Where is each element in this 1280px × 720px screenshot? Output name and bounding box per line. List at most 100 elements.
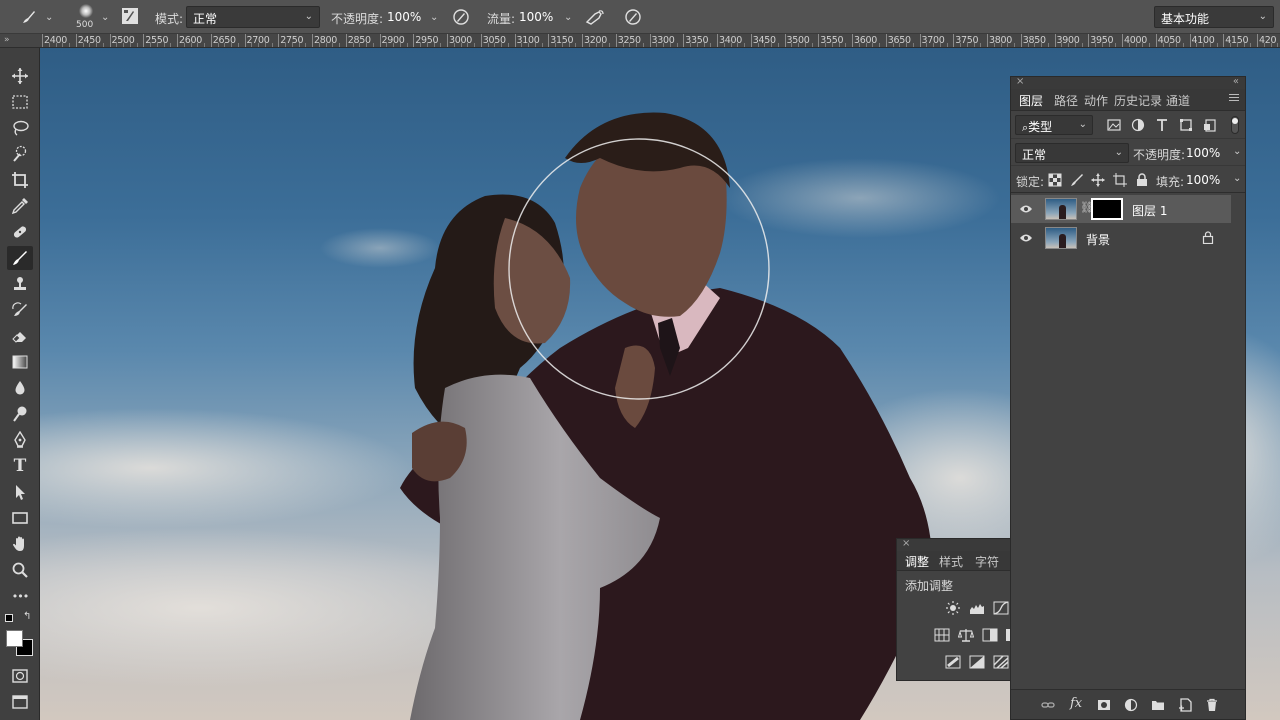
layer-style-fx-icon[interactable]: fx: [1070, 696, 1082, 711]
quick-mask-icon[interactable]: [7, 664, 33, 688]
adjustments-close-icon[interactable]: ×: [902, 539, 910, 549]
move-tool-icon[interactable]: [7, 64, 33, 88]
black-white-icon[interactable]: [982, 628, 998, 642]
invert-icon[interactable]: [945, 655, 961, 669]
opacity-value[interactable]: 100%: [387, 10, 421, 24]
dodge-tool-icon[interactable]: [7, 402, 33, 426]
brush-size-picker[interactable]: 500: [74, 2, 98, 32]
tab-character[interactable]: 字符: [975, 553, 999, 570]
blend-mode-select[interactable]: 正常 ⌄: [1015, 143, 1129, 163]
visibility-eye-icon[interactable]: [1019, 232, 1033, 244]
quick-select-tool-icon[interactable]: [7, 142, 33, 166]
tool-preset-chevron-icon[interactable]: ⌄: [45, 12, 53, 23]
lasso-tool-icon[interactable]: [7, 116, 33, 140]
layers-panel-header: × «: [1011, 76, 1245, 89]
new-group-icon[interactable]: [1151, 698, 1165, 712]
pen-tool-icon[interactable]: [7, 428, 33, 452]
tab-paths[interactable]: 路径: [1054, 92, 1078, 109]
eyedropper-tool-icon[interactable]: [7, 194, 33, 218]
tab-layers[interactable]: 图层: [1019, 92, 1043, 109]
new-layer-icon[interactable]: [1178, 698, 1192, 712]
swap-colors-icon[interactable]: ↰: [23, 612, 33, 622]
ruler-minor-tick: [892, 43, 894, 47]
flow-chevron-icon[interactable]: ⌄: [564, 12, 572, 23]
brush-tool-preset-icon[interactable]: [20, 8, 38, 26]
tab-channels[interactable]: 通道: [1166, 92, 1190, 109]
add-mask-icon[interactable]: [1097, 698, 1111, 712]
marquee-tool-icon[interactable]: [7, 90, 33, 114]
filter-shape-icon[interactable]: [1179, 118, 1193, 132]
opacity-chevron-icon[interactable]: ⌄: [430, 12, 438, 23]
ruler-major-tick: [1122, 34, 1123, 47]
tab-actions[interactable]: 动作: [1084, 92, 1108, 109]
thumbnail-figure: [1059, 205, 1066, 219]
panel-collapse-toggle[interactable]: »: [0, 34, 40, 48]
panel-menu-icon[interactable]: [1229, 94, 1239, 104]
hand-tool-icon[interactable]: [7, 532, 33, 556]
lock-transparency-icon[interactable]: [1048, 173, 1062, 187]
brightness-icon[interactable]: [945, 601, 961, 615]
lock-pixels-icon[interactable]: [1070, 173, 1084, 187]
ruler-minor-tick: [1047, 43, 1049, 47]
mode-select[interactable]: 正常 ⌄: [186, 6, 320, 28]
flow-value[interactable]: 100%: [519, 10, 553, 24]
stamp-tool-icon[interactable]: [7, 272, 33, 296]
visibility-eye-icon[interactable]: [1019, 203, 1033, 215]
new-adjustment-layer-icon[interactable]: [1124, 698, 1138, 712]
curves-icon[interactable]: [993, 601, 1009, 615]
filter-smart-object-icon[interactable]: [1203, 118, 1217, 132]
hue-saturation-icon[interactable]: [934, 628, 950, 642]
filter-pixel-icon[interactable]: [1107, 118, 1121, 132]
delete-layer-icon[interactable]: [1205, 698, 1219, 712]
eraser-tool-icon[interactable]: [7, 324, 33, 348]
layer-filter-select[interactable]: ⌕类型 ⌄: [1015, 115, 1093, 135]
type-tool-icon[interactable]: T: [7, 454, 33, 478]
brush-panel-toggle-icon[interactable]: [121, 7, 139, 25]
layers-panel-close-icon[interactable]: ×: [1016, 76, 1024, 87]
ruler-minor-tick: [372, 43, 374, 47]
rectangle-tool-icon[interactable]: [7, 506, 33, 530]
levels-icon[interactable]: [969, 601, 985, 615]
layer-opacity-chevron-icon[interactable]: ⌄: [1233, 146, 1241, 157]
more-tools-icon[interactable]: •••: [7, 584, 33, 608]
tab-history[interactable]: 历史记录: [1114, 92, 1162, 109]
gradient-tool-icon[interactable]: [7, 350, 33, 374]
workspace-select[interactable]: 基本功能 ⌄: [1154, 6, 1274, 28]
fill-chevron-icon[interactable]: ⌄: [1233, 173, 1241, 184]
layers-panel-collapse-icon[interactable]: «: [1233, 76, 1239, 87]
blur-tool-icon[interactable]: [7, 376, 33, 400]
photo-filter-icon[interactable]: [1006, 628, 1010, 642]
layer-mask-thumbnail[interactable]: [1091, 198, 1123, 220]
layer-opacity-value[interactable]: 100%: [1186, 146, 1220, 160]
filter-toggle-switch[interactable]: [1231, 116, 1239, 134]
default-colors-icon[interactable]: [5, 614, 13, 622]
healing-tool-icon[interactable]: [7, 220, 33, 244]
posterize-icon[interactable]: [969, 655, 985, 669]
filter-adjustment-icon[interactable]: [1131, 118, 1145, 132]
layer-row-layer1[interactable]: ⛓ 图层 1: [1011, 195, 1231, 223]
tab-adjustments[interactable]: 调整: [905, 553, 929, 570]
tab-styles[interactable]: 样式: [939, 553, 963, 570]
pressure-size-icon[interactable]: [624, 8, 642, 26]
zoom-tool-icon[interactable]: [7, 558, 33, 582]
layer-lock-icon[interactable]: [1202, 231, 1214, 244]
fill-value[interactable]: 100%: [1186, 173, 1220, 187]
screen-mode-icon[interactable]: [7, 690, 33, 714]
foreground-color-swatch[interactable]: [6, 630, 23, 647]
lock-all-icon[interactable]: [1135, 173, 1149, 187]
lock-position-icon[interactable]: [1091, 173, 1105, 187]
crop-tool-icon[interactable]: [7, 168, 33, 192]
ruler-minor-tick: [1277, 43, 1279, 47]
lock-artboard-icon[interactable]: [1113, 173, 1127, 187]
gradient-map-icon[interactable]: [993, 655, 1009, 669]
pressure-opacity-icon[interactable]: [452, 8, 470, 26]
path-select-tool-icon[interactable]: [7, 480, 33, 504]
brush-picker-chevron-icon[interactable]: ⌄: [101, 12, 109, 23]
color-balance-icon[interactable]: [958, 628, 974, 642]
filter-type-icon[interactable]: [1155, 118, 1169, 132]
link-layers-icon[interactable]: [1041, 698, 1055, 712]
airbrush-icon[interactable]: [585, 8, 605, 26]
brush-tool-icon[interactable]: [7, 246, 33, 270]
history-brush-tool-icon[interactable]: [7, 298, 33, 322]
layer-row-background[interactable]: 背景: [1011, 224, 1231, 252]
